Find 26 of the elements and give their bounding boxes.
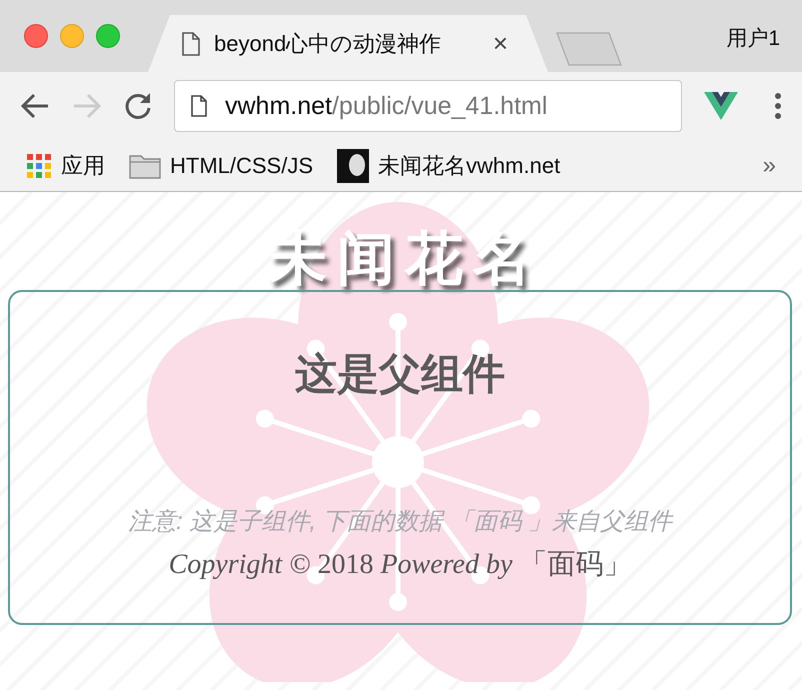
address-bar[interactable]: vwhm.net/public/vue_41.html [174,80,682,132]
portrait-thumbnail-icon [337,148,370,182]
browser-tab[interactable]: beyond心中の动漫神作 × [148,15,548,72]
more-bookmarks-button[interactable]: » [756,150,782,180]
bookmark-item[interactable]: HTML/CSS/JS [129,152,314,178]
site-heading: 未闻花名 [259,226,541,303]
document-icon [191,95,207,117]
back-button[interactable] [20,93,50,119]
note-text: 注意: 这是子组件, 下面的数据 「面码 」来自父组件 [128,507,672,537]
apps-grid-icon [26,152,52,178]
bookmark-item[interactable]: 未闻花名vwhm.net [337,148,560,182]
reload-button[interactable] [124,92,152,120]
new-tab-button[interactable] [556,32,622,66]
copyright-text: Copyright © 2018 Powered by 「面码」 [168,548,632,582]
document-icon [182,32,200,56]
profile-name[interactable]: 用户1 [726,24,780,52]
close-window-button[interactable] [24,24,48,48]
minimize-window-button[interactable] [60,24,84,48]
url-text: vwhm.net/public/vue_41.html [225,92,548,120]
close-tab-button[interactable]: × [492,28,508,59]
folder-icon [129,152,161,178]
menu-icon[interactable] [774,92,782,120]
maximize-window-button[interactable] [96,24,120,48]
card-title: 这是父组件 [295,349,505,399]
bookmark-item[interactable]: 应用 [26,150,105,180]
v-logo-icon[interactable] [704,92,738,120]
